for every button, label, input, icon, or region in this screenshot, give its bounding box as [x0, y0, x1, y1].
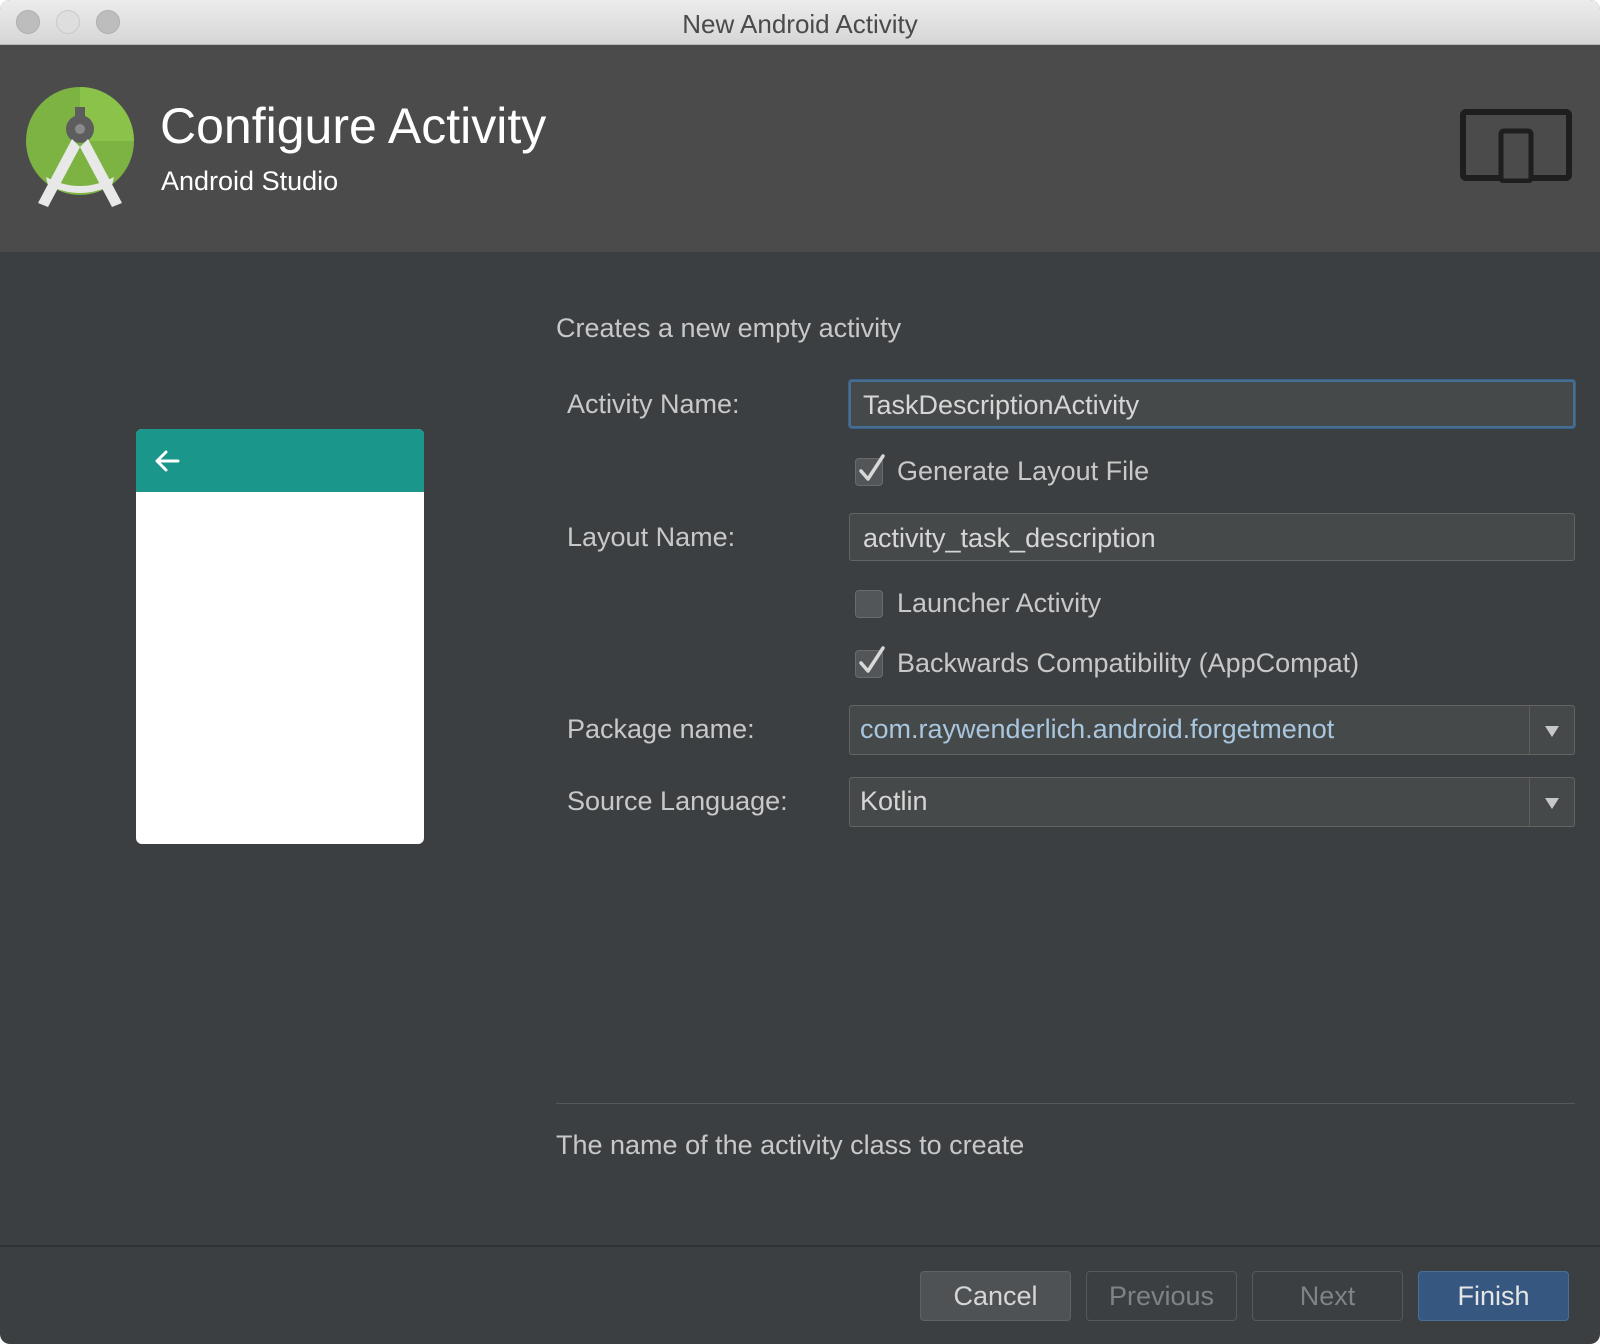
- activity-name-input[interactable]: TaskDescriptionActivity: [849, 380, 1575, 428]
- dropdown-arrow-icon[interactable]: [1544, 724, 1560, 738]
- finish-button[interactable]: Finish: [1418, 1271, 1569, 1321]
- package-name-value[interactable]: com.raywenderlich.android.forgetmenot: [860, 714, 1334, 745]
- help-text: The name of the activity class to create: [556, 1130, 1025, 1160]
- preview-app-bar: [136, 429, 424, 492]
- package-name-label: Package name:: [567, 714, 755, 744]
- dialog-window: New Android Activity Configure Activity …: [0, 0, 1600, 1344]
- title-bar: New Android Activity: [0, 0, 1600, 45]
- page-title: Configure Activity: [160, 98, 547, 154]
- cancel-button[interactable]: Cancel: [920, 1271, 1071, 1321]
- help-divider: [556, 1103, 1575, 1104]
- activity-preview: [136, 429, 424, 844]
- source-language-value[interactable]: Kotlin: [860, 786, 928, 817]
- page-subtitle: Android Studio: [161, 166, 339, 196]
- activity-name-label: Activity Name:: [567, 389, 740, 419]
- checkmark-icon: [859, 646, 885, 673]
- back-arrow-icon: [155, 450, 180, 472]
- backwards-compat-label: Backwards Compatibility (AppCompat): [897, 648, 1360, 678]
- layout-name-label: Layout Name:: [567, 522, 736, 552]
- device-form-factor-icon: [1460, 109, 1572, 183]
- launcher-activity-label: Launcher Activity: [897, 588, 1102, 618]
- source-language-label: Source Language:: [567, 786, 788, 816]
- package-name-combo[interactable]: com.raywenderlich.android.forgetmenot: [849, 705, 1575, 755]
- checkbox-box[interactable]: [855, 646, 885, 678]
- dropdown-arrow-icon[interactable]: [1544, 796, 1560, 810]
- footer-divider: [0, 1245, 1600, 1247]
- checkbox-box[interactable]: [855, 590, 883, 618]
- android-studio-logo-icon: [26, 87, 134, 207]
- combo-separator: [1529, 706, 1530, 754]
- layout-name-input[interactable]: activity_task_description: [849, 513, 1575, 561]
- combo-separator: [1529, 778, 1530, 826]
- generate-layout-label: Generate Layout File: [897, 456, 1150, 486]
- source-language-combo[interactable]: Kotlin: [849, 777, 1575, 827]
- template-description: Creates a new empty activity: [556, 313, 902, 343]
- previous-button[interactable]: Previous: [1086, 1271, 1237, 1321]
- wizard-header: Configure Activity Android Studio: [0, 45, 1600, 252]
- window-title: New Android Activity: [682, 9, 918, 39]
- checkmark-icon: [859, 454, 885, 481]
- checkbox-box[interactable]: [855, 454, 885, 486]
- next-button[interactable]: Next: [1252, 1271, 1403, 1321]
